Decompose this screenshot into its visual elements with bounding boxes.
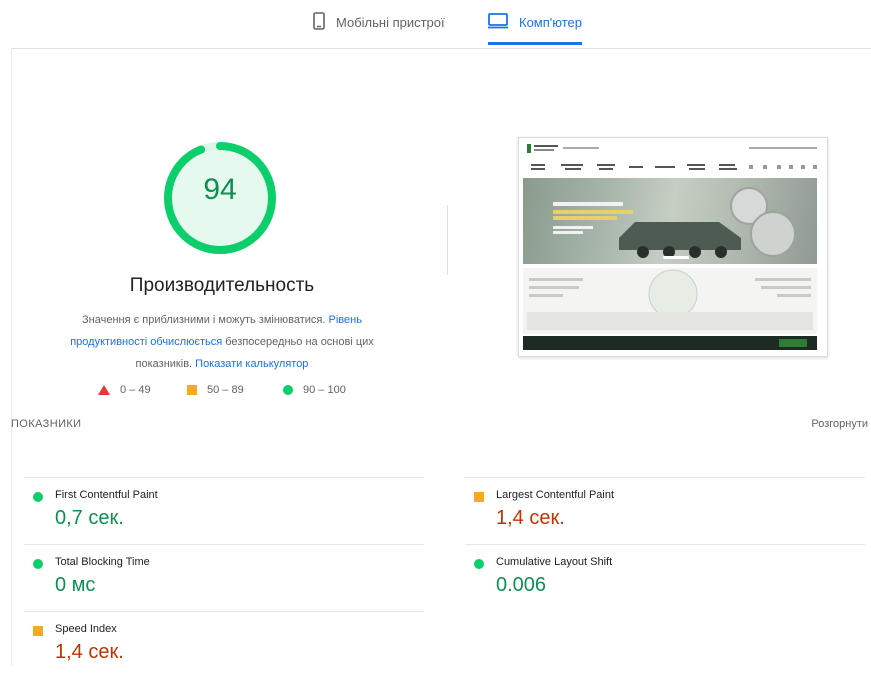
expand-metrics-button[interactable]: Розгорнути [811,418,868,430]
metric-title: Speed Index [55,623,117,635]
metric-value: 1,4 сек. [55,641,124,663]
metric-cls: Cumulative Layout Shift 0.006 [465,544,865,610]
device-tabs: Мобільні пристрої Комп'ютер [0,0,871,48]
metric-lcp: Largest Contentful Paint 1,4 сек. [465,477,865,543]
cookie-accept-button [779,339,807,347]
active-tab-indicator [488,42,582,45]
metric-title: First Contentful Paint [55,489,158,501]
show-calculator-link[interactable]: Показати калькулятор [195,358,308,370]
metric-speed-index: Speed Index 1,4 сек. [24,611,424,677]
metrics-section-label: ПОКАЗНИКИ [11,418,82,430]
release-plan-band [523,268,817,334]
hero-banner-icon [523,178,817,264]
legend-average: 50 – 89 [187,383,244,397]
green-circle-icon [33,559,43,569]
green-circle-icon [33,492,43,502]
orange-square-icon [474,492,484,502]
monitor-icon [488,12,508,32]
bank-logo-icon [527,144,817,170]
legend-poor: 0 – 49 [98,383,151,397]
metric-fcp: First Contentful Paint 0,7 сек. [24,477,424,543]
cookie-banner-icon [523,336,817,350]
metric-title: Largest Contentful Paint [496,489,615,501]
red-triangle-icon [98,385,110,395]
green-circle-icon [283,385,293,395]
metric-divider [465,544,865,545]
legend-average-range: 50 – 89 [207,384,244,396]
metric-divider [465,477,865,478]
page-screenshot-thumbnail [518,137,828,357]
screenshot-header [519,138,827,178]
metric-value: 0.006 [496,574,547,596]
orange-square-icon [187,385,197,395]
legend-good-range: 90 – 100 [303,384,346,396]
metric-value: 0,7 сек. [55,507,124,529]
orange-square-icon [33,626,43,636]
smartphone-icon [313,11,325,33]
panel-border [11,48,12,666]
legend-poor-range: 0 – 49 [120,384,151,396]
tab-mobile-label: Мобільні пристрої [336,14,445,30]
metric-tbt: Total Blocking Time 0 мс [24,544,424,610]
metric-divider [24,611,424,612]
vertical-divider [447,205,448,275]
metric-value: 1,4 сек. [496,507,565,529]
performance-description: Значення є приблизними і можуть змінюват… [52,309,392,375]
metric-title: Total Blocking Time [55,556,150,568]
tab-desktop[interactable]: Комп'ютер [488,10,582,34]
description-text-1: Значення є приблизними і можуть змінюват… [82,314,329,326]
performance-score: 94 [203,173,237,206]
tab-mobile[interactable]: Мобільні пристрої [313,10,445,34]
legend-good: 90 – 100 [283,383,346,397]
tab-desktop-label: Комп'ютер [519,14,582,30]
green-circle-icon [474,559,484,569]
metric-value: 0 мс [55,574,96,596]
metric-divider [24,544,424,545]
metric-divider [24,477,424,478]
tabs-divider [12,48,871,49]
metric-title: Cumulative Layout Shift [496,556,613,568]
performance-title: Производительность [129,275,315,296]
